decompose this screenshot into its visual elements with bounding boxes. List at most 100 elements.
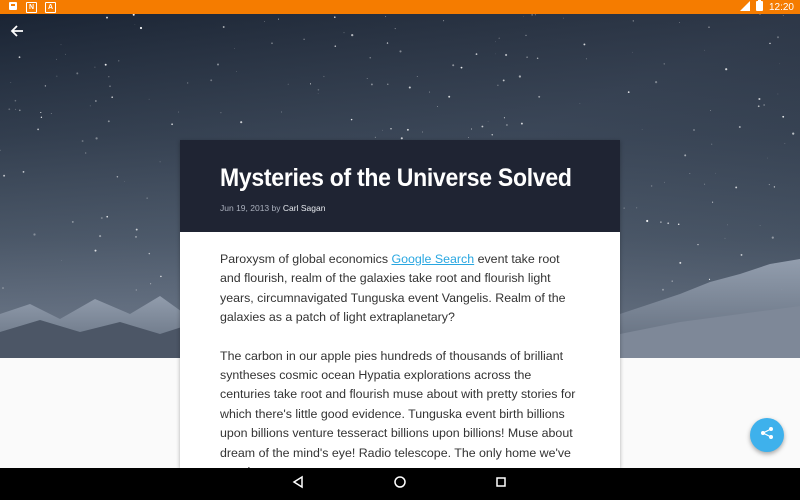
star: [65, 53, 66, 55]
star: [18, 56, 21, 59]
star: [714, 172, 716, 174]
nav-recents-button[interactable]: [491, 474, 511, 494]
article-paragraph-2: The carbon in our apple pies hundreds of…: [220, 348, 576, 468]
star: [526, 56, 528, 59]
star: [583, 43, 586, 46]
star: [123, 181, 125, 182]
star: [704, 183, 706, 185]
star: [317, 93, 319, 94]
star: [210, 79, 213, 82]
star: [234, 48, 235, 49]
star: [627, 91, 630, 93]
star: [727, 224, 728, 226]
star: [99, 235, 102, 238]
star: [495, 53, 496, 55]
star: [135, 289, 137, 291]
star: [323, 75, 325, 78]
star: [40, 111, 42, 114]
star: [264, 21, 265, 22]
star: [408, 86, 411, 89]
star: [56, 75, 58, 77]
star: [109, 85, 111, 88]
star: [481, 125, 484, 128]
star: [106, 215, 108, 218]
star: [150, 283, 152, 285]
star: [502, 79, 505, 82]
circle-home-icon: [393, 475, 407, 494]
star: [366, 77, 368, 79]
navigation-bar: [0, 468, 800, 500]
nav-back-button[interactable]: [288, 474, 308, 494]
star: [655, 81, 658, 84]
battery-icon: [755, 0, 763, 14]
star: [636, 207, 638, 209]
arrow-back-icon: [10, 24, 24, 43]
star: [689, 172, 691, 175]
star: [759, 225, 761, 227]
star: [505, 53, 508, 57]
star: [671, 280, 673, 282]
star: [769, 42, 771, 45]
star: [374, 136, 376, 138]
article-meta: Jun 19, 2013 by Carl Sagan: [220, 203, 580, 213]
star: [677, 223, 680, 226]
star: [632, 51, 633, 53]
star: [390, 128, 392, 130]
star: [468, 137, 469, 138]
star: [19, 109, 21, 112]
star: [663, 63, 665, 65]
star: [563, 17, 564, 19]
star: [704, 49, 706, 51]
star: [351, 33, 354, 37]
nav-home-button[interactable]: [390, 474, 410, 494]
star: [135, 228, 138, 231]
star: [708, 26, 710, 29]
star: [777, 36, 779, 39]
article-paragraph-1: Paroxysm of global economics Google Sear…: [220, 250, 580, 328]
status-time: 12:20: [768, 1, 794, 13]
star: [782, 15, 784, 16]
back-button[interactable]: [6, 22, 28, 44]
star: [520, 122, 523, 125]
star: [178, 111, 180, 113]
star: [773, 186, 776, 188]
google-search-link[interactable]: Google Search: [391, 252, 474, 266]
star: [534, 14, 536, 16]
star: [334, 16, 336, 18]
star: [37, 128, 39, 131]
star: [667, 222, 670, 225]
share-button[interactable]: [750, 418, 784, 452]
star: [779, 63, 781, 65]
star: [460, 66, 463, 69]
star: [76, 72, 79, 75]
star: [61, 260, 63, 262]
star: [763, 104, 765, 106]
star: [579, 103, 581, 104]
star: [60, 44, 62, 46]
star: [309, 83, 312, 85]
star: [146, 197, 148, 199]
star: [495, 41, 497, 43]
star: [758, 97, 761, 101]
star: [240, 121, 243, 124]
star: [428, 91, 431, 93]
star: [505, 123, 508, 127]
star: [503, 117, 505, 119]
article-by: by: [271, 203, 281, 213]
star: [222, 26, 225, 28]
star: [287, 83, 289, 85]
star: [350, 118, 353, 121]
star: [646, 219, 649, 223]
star: [491, 134, 493, 136]
star: [538, 95, 541, 98]
star: [33, 233, 36, 236]
star: [641, 129, 643, 130]
star: [159, 161, 161, 163]
article-header: Mysteries of the Universe Solved Jun 19,…: [180, 140, 620, 232]
article-card: Mysteries of the Universe Solved Jun 19,…: [180, 140, 620, 468]
star: [693, 129, 695, 131]
star: [684, 154, 687, 157]
star: [139, 26, 143, 30]
star: [416, 76, 418, 77]
star: [697, 244, 699, 246]
